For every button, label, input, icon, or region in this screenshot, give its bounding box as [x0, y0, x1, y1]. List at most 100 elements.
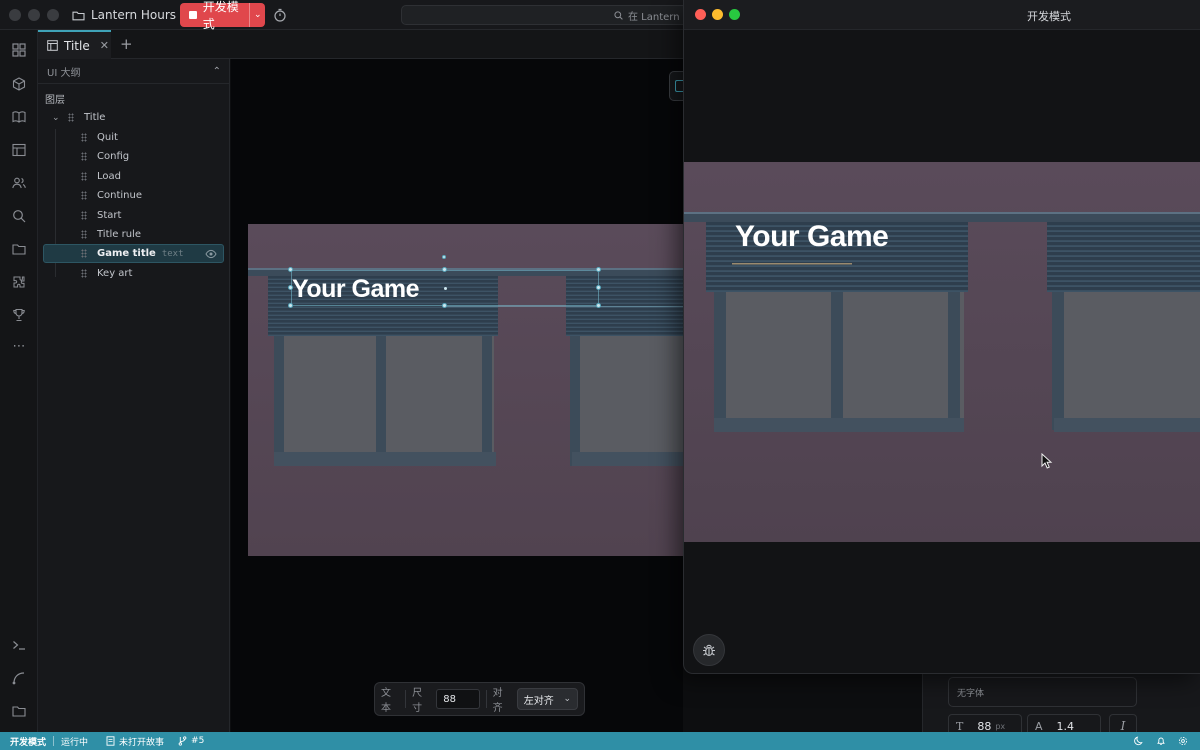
drag-handle-icon[interactable] [68, 113, 74, 122]
layers-label: 图层 [45, 95, 65, 106]
outline-header[interactable]: UI 大纲 ⌃ [38, 59, 230, 84]
tree-item-label: Quit [97, 132, 118, 143]
dev-mode-window: 开发模式 Your Game [683, 0, 1200, 674]
tree-item[interactable]: Title rule [43, 225, 224, 244]
text-align-select[interactable]: 左对齐 ⌄ [516, 688, 578, 710]
stop-icon [189, 11, 197, 19]
folder-icon [72, 11, 85, 20]
resize-handle-se[interactable] [596, 303, 601, 308]
canvas-scene[interactable]: Your Game [248, 224, 683, 556]
status-running: 运行中 [61, 737, 89, 748]
inspector-panel: 无字体 T 88 px A 1.4 I [922, 674, 1200, 738]
folder-icon[interactable] [11, 241, 27, 257]
moon-icon[interactable] [1134, 736, 1144, 746]
drag-handle-icon[interactable] [81, 133, 87, 142]
game-title-text: Your Game [735, 220, 889, 253]
resize-handle-w[interactable] [288, 285, 293, 290]
window-zoom-control[interactable] [47, 9, 59, 21]
status-branch[interactable]: #5 [171, 736, 211, 746]
drag-handle-icon[interactable] [81, 191, 87, 200]
command-search[interactable]: 在 Lantern Ho [401, 5, 701, 25]
characters-icon[interactable] [11, 175, 27, 191]
activity-bar: ⋯ [0, 30, 38, 732]
tree-item-label: Config [97, 151, 130, 162]
eye-icon[interactable] [205, 249, 217, 259]
search-icon[interactable] [11, 208, 27, 224]
rotate-handle[interactable] [442, 255, 446, 259]
font-size-input[interactable]: 88 [436, 689, 480, 709]
tab-label: Title [64, 38, 90, 53]
debug-button[interactable] [693, 634, 725, 666]
tree-item[interactable]: Quit [43, 128, 224, 147]
tree-item-root[interactable]: ⌄ Title [43, 108, 224, 127]
dev-window-title: 开发模式 [1027, 10, 1071, 23]
divider [405, 690, 407, 708]
dashboard-icon[interactable] [11, 42, 27, 58]
title-rule-guide [444, 306, 683, 307]
project-name: Lantern Hours [91, 8, 177, 22]
tree-item[interactable]: Key art [43, 264, 224, 283]
line-height-value: 1.4 [1056, 719, 1075, 733]
tree-item-selected[interactable]: Game title text [43, 244, 224, 263]
resize-handle-s[interactable] [442, 303, 447, 308]
trophy-icon[interactable] [11, 307, 27, 323]
resize-handle-e[interactable] [596, 285, 601, 290]
element-type-label: 文本 [381, 688, 391, 714]
tree-item[interactable]: Continue [43, 186, 224, 205]
window-minimize-control[interactable] [28, 9, 40, 21]
game-preview[interactable]: Your Game [684, 162, 1200, 542]
drag-handle-icon[interactable] [81, 230, 87, 239]
tree-item-label: Load [97, 171, 121, 182]
bug-icon [703, 644, 715, 657]
key-art-image [684, 162, 1200, 542]
terminal-icon[interactable] [11, 637, 27, 653]
dev-mode-dropdown-icon[interactable]: ⌄ [249, 3, 265, 27]
tree-item[interactable]: Start [43, 206, 224, 225]
folder-icon[interactable] [11, 703, 27, 719]
chevron-down-icon: ⌄ [563, 694, 571, 704]
project-switcher[interactable]: Lantern Hours ⌄ [72, 6, 190, 24]
tab-title[interactable]: Title ✕ [38, 30, 111, 59]
drag-handle-icon[interactable] [81, 172, 87, 181]
font-size-unit: px [995, 721, 1006, 731]
book-icon[interactable] [11, 109, 27, 125]
status-story[interactable]: 未打开故事 [99, 735, 171, 748]
close-icon[interactable]: ✕ [100, 39, 109, 52]
tree-item[interactable]: Load [43, 167, 224, 186]
drag-handle-icon[interactable] [81, 152, 87, 161]
chevron-up-icon[interactable]: ⌃ [213, 66, 221, 77]
editor-tab-bar: Title ✕ + [38, 30, 683, 59]
tree-item[interactable]: Config [43, 147, 224, 166]
chevron-down-icon[interactable]: ⌄ [52, 113, 64, 123]
font-family-select[interactable]: 无字体 [948, 677, 1137, 707]
drag-handle-icon[interactable] [81, 269, 87, 278]
add-tab-button[interactable]: + [120, 35, 136, 53]
status-bar: 开发模式 运行中 未打开故事 #5 [0, 732, 1200, 750]
window-close-control[interactable] [9, 9, 21, 21]
resize-handle-nw[interactable] [288, 267, 293, 272]
line-height-icon: A [1035, 719, 1043, 733]
resize-handle-ne[interactable] [596, 267, 601, 272]
more-icon[interactable]: ⋯ [11, 339, 27, 355]
resize-handle-n[interactable] [442, 267, 447, 272]
canvas-tool-button[interactable] [669, 71, 684, 101]
layout-icon[interactable] [11, 142, 27, 158]
document-icon [106, 736, 115, 746]
settings-icon[interactable] [1178, 736, 1188, 746]
plugin-icon[interactable] [11, 274, 27, 290]
drag-handle-icon[interactable] [81, 249, 87, 258]
drag-handle-icon[interactable] [81, 211, 87, 220]
resize-handle-sw[interactable] [288, 303, 293, 308]
timer-icon[interactable] [272, 7, 288, 23]
curve-icon[interactable] [11, 670, 27, 686]
design-canvas[interactable]: Your Game [231, 59, 684, 732]
align-label: 对齐 [492, 688, 503, 714]
text-size-icon: T [956, 719, 964, 733]
divider [485, 690, 487, 708]
anchor-point[interactable] [444, 287, 447, 290]
bell-icon[interactable] [1156, 736, 1166, 746]
search-icon [614, 10, 623, 20]
dev-mode-button[interactable]: 开发模式 ⌄ [180, 0, 265, 31]
package-icon[interactable] [11, 76, 27, 92]
status-mode[interactable]: 开发模式 [0, 735, 53, 748]
